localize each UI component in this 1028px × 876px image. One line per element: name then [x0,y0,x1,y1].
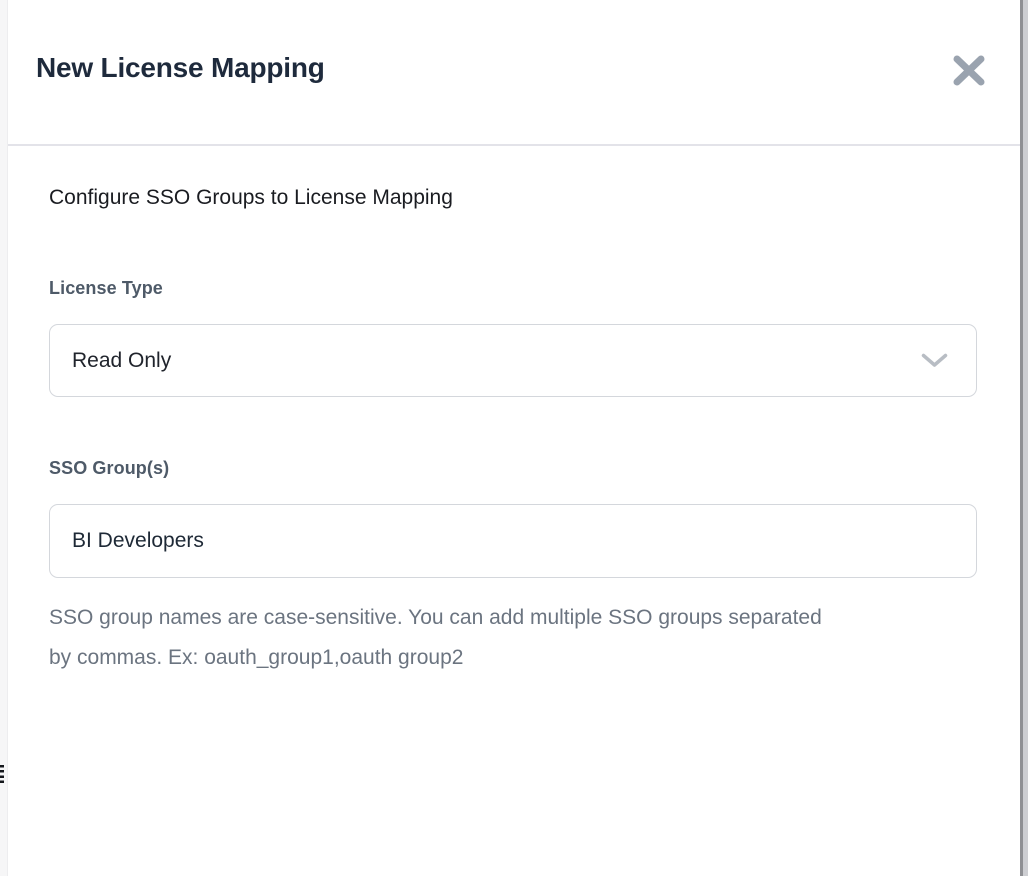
modal-right-edge-strip [1020,0,1028,876]
close-button[interactable] [946,48,992,92]
background-page-edge [0,0,8,876]
modal-title: New License Mapping [36,52,325,84]
chevron-down-icon [921,353,948,368]
license-type-select[interactable]: Read Only [49,324,977,397]
modal-subheading: Configure SSO Groups to License Mapping [49,186,453,210]
license-type-label: License Type [49,278,163,299]
modal-header: New License Mapping [8,0,1020,145]
close-icon [952,55,986,86]
sso-groups-help-text: SSO group names are case-sensitive. You … [49,598,849,678]
menu-icon [0,765,4,784]
license-type-selected-value: Read Only [72,349,171,373]
modal-body: Configure SSO Groups to License Mapping … [8,146,1020,876]
sso-groups-input[interactable] [49,504,977,578]
screen: New License Mapping Configure SSO Groups… [0,0,1028,876]
sso-groups-label: SSO Group(s) [49,458,169,479]
new-license-mapping-modal: New License Mapping Configure SSO Groups… [8,0,1020,876]
